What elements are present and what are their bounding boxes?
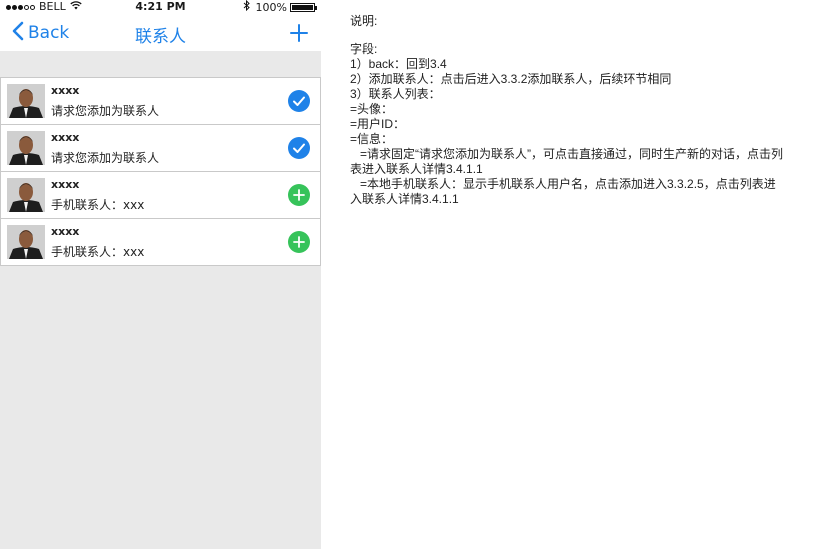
contact-message: 请求您添加为联系人 — [51, 151, 160, 165]
battery-percent: 100% — [255, 0, 287, 14]
plus-icon — [293, 189, 305, 201]
check-icon — [293, 143, 305, 153]
accept-request-button[interactable] — [288, 90, 310, 112]
contact-user-id: xxxx — [51, 225, 80, 238]
notes-line: =头像： — [350, 102, 394, 116]
contact-message: 请求您添加为联系人 — [51, 104, 160, 118]
status-right: 100% — [243, 0, 317, 15]
add-phone-contact-button[interactable] — [288, 231, 310, 253]
battery-icon — [290, 3, 317, 12]
contact-user-id: xxxx — [51, 84, 80, 97]
notes-line: 表进入联系人详情3.4.1.1 — [350, 162, 483, 176]
add-phone-contact-button[interactable] — [288, 184, 310, 206]
contact-user-id: xxxx — [51, 178, 80, 191]
back-button[interactable]: Back — [12, 21, 69, 45]
notes-line: 1）back：回到3.4 — [350, 57, 447, 71]
notes-line: 入联系人详情3.4.1.1 — [350, 192, 459, 206]
notes-line: 3）联系人列表： — [350, 87, 441, 101]
check-icon — [293, 96, 305, 106]
notes-spacer — [350, 29, 816, 42]
avatar — [7, 178, 45, 212]
accept-request-button[interactable] — [288, 137, 310, 159]
plus-icon — [290, 24, 308, 42]
add-contact-button[interactable] — [289, 23, 309, 43]
contact-row[interactable]: xxxx 请求您添加为联系人 — [1, 125, 320, 172]
contact-row[interactable]: xxxx 手机联系人：xxx — [1, 172, 320, 219]
contact-message: 手机联系人：xxx — [51, 198, 145, 212]
notes-line: =本地手机联系人：显示手机联系人用户名，点击添加进入3.3.2.5，点击列表进 — [360, 177, 776, 191]
contact-message: 手机联系人：xxx — [51, 245, 145, 259]
contact-list: xxxx 请求您添加为联系人 xxxx 请求您添加为联系人 xxxx 手机联系人… — [0, 77, 321, 266]
phone-screen: BELL 4:21 PM 100% Back 联系人 xxxx 请求您添加为联系… — [0, 0, 321, 549]
contact-row[interactable]: xxxx 手机联系人：xxx — [1, 219, 320, 266]
back-label: Back — [28, 23, 70, 43]
bluetooth-icon — [243, 0, 250, 15]
notes-fields-heading: 字段: — [350, 42, 378, 56]
contact-row[interactable]: xxxx 请求您添加为联系人 — [1, 78, 320, 125]
spec-notes: 说明: 字段: 1）back：回到3.4 2）添加联系人：点击后进入3.3.2添… — [350, 14, 816, 207]
notes-heading: 说明: — [350, 14, 378, 28]
notes-line: =请求固定“请求您添加为联系人”，可点击直接通过，同时生产新的对话，点击列 — [360, 147, 784, 161]
avatar — [7, 131, 45, 165]
contact-user-id: xxxx — [51, 131, 80, 144]
navigation-bar: Back 联系人 — [0, 14, 321, 51]
notes-line: 2）添加联系人：点击后进入3.3.2添加联系人，后续环节相同 — [350, 72, 672, 86]
chevron-left-icon — [12, 21, 24, 46]
notes-line: =用户ID： — [350, 117, 406, 131]
status-bar: BELL 4:21 PM 100% — [0, 0, 321, 14]
notes-line: =信息： — [350, 132, 394, 146]
plus-icon — [293, 236, 305, 248]
avatar — [7, 84, 45, 118]
avatar — [7, 225, 45, 259]
